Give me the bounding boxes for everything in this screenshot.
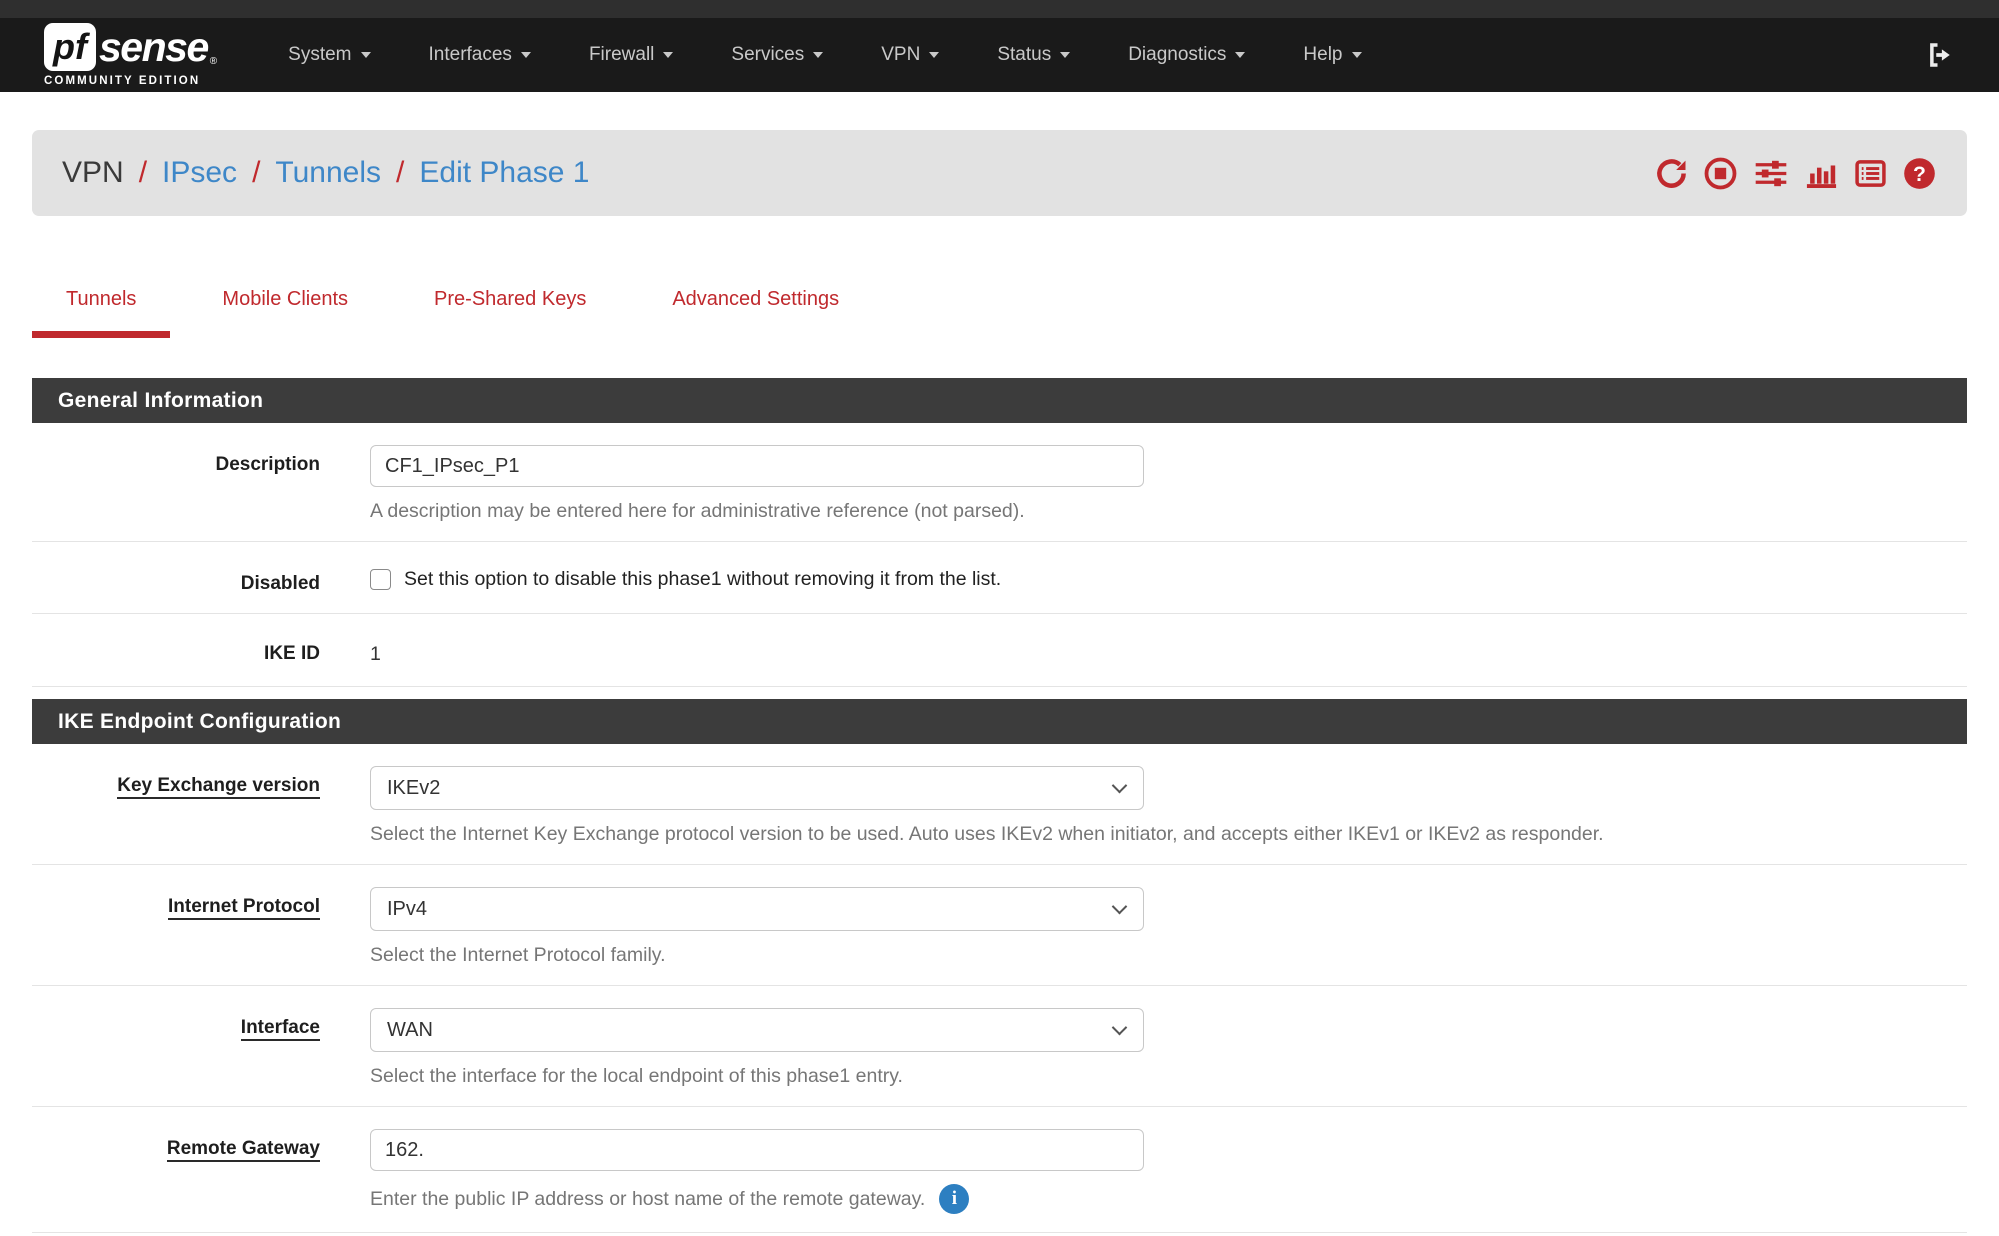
caret-down-icon — [929, 52, 939, 58]
remote-gateway-help: Enter the public IP address or host name… — [370, 1184, 1967, 1214]
nav-item-status[interactable]: Status — [968, 44, 1099, 66]
nav-item-vpn[interactable]: VPN — [852, 44, 968, 66]
caret-down-icon — [1235, 52, 1245, 58]
key-exchange-version-help: Select the Internet Key Exchange protoco… — [370, 823, 1967, 846]
ike-id-value: 1 — [370, 634, 381, 666]
breadcrumb-panel: VPN / IPsec / Tunnels / Edit Phase 1 — [32, 130, 1967, 216]
top-strip — [0, 0, 1999, 18]
caret-down-icon — [663, 52, 673, 58]
description-label: Description — [215, 454, 320, 475]
caret-down-icon — [1352, 52, 1362, 58]
interface-help: Select the interface for the local endpo… — [370, 1065, 1967, 1088]
internet-protocol-select[interactable]: IPv4 — [370, 887, 1144, 931]
sign-out-icon[interactable] — [1925, 40, 1955, 70]
pf-logo-tile: pf — [44, 23, 96, 71]
nav-item-services[interactable]: Services — [702, 44, 852, 66]
bar-chart-icon[interactable] — [1804, 156, 1839, 191]
form-row-remote-gateway: Remote Gateway Enter the public IP addre… — [32, 1107, 1967, 1233]
ike-id-label: IKE ID — [264, 643, 320, 664]
breadcrumb-tunnels[interactable]: Tunnels — [275, 156, 381, 190]
remote-gateway-input[interactable] — [370, 1129, 1144, 1171]
disabled-label: Disabled — [241, 573, 320, 594]
form-row-description: Description A description may be entered… — [32, 423, 1967, 542]
section-title: IKE Endpoint Configuration — [32, 699, 1967, 744]
page-action-icons: ? — [1654, 156, 1937, 191]
info-icon[interactable]: i — [939, 1184, 969, 1214]
refresh-icon[interactable] — [1654, 156, 1689, 191]
brand-name: sense — [99, 27, 208, 68]
key-exchange-version-label: Key Exchange version — [117, 775, 320, 799]
help-circle-icon[interactable]: ? — [1902, 156, 1937, 191]
form-row-disabled: Disabled Set this option to disable this… — [32, 542, 1967, 614]
breadcrumb-edit-phase-1[interactable]: Edit Phase 1 — [419, 156, 589, 190]
internet-protocol-help: Select the Internet Protocol family. — [370, 944, 1967, 967]
tab-tunnels[interactable]: Tunnels — [32, 288, 170, 338]
breadcrumb-vpn: VPN — [62, 156, 124, 190]
caret-down-icon — [361, 52, 371, 58]
interface-select[interactable]: WAN — [370, 1008, 1144, 1052]
form-row-internet-protocol: Internet Protocol IPv4 Select the Intern… — [32, 865, 1967, 986]
stop-circle-icon[interactable] — [1703, 156, 1738, 191]
nav-item-firewall[interactable]: Firewall — [560, 44, 702, 66]
nav-item-interfaces[interactable]: Interfaces — [400, 44, 560, 66]
key-exchange-version-select[interactable]: IKEv2 — [370, 766, 1144, 810]
list-icon[interactable] — [1853, 156, 1888, 191]
svg-text:?: ? — [1913, 162, 1926, 185]
description-help: A description may be entered here for ad… — [370, 500, 1967, 523]
pfsense-logo[interactable]: pf sense ® COMMUNITY EDITION — [44, 23, 217, 87]
tab-bar: Tunnels Mobile Clients Pre-Shared Keys A… — [32, 288, 1967, 338]
caret-down-icon — [1060, 52, 1070, 58]
form-row-key-exchange-version: Key Exchange version IKEv2 Select the In… — [32, 744, 1967, 865]
remote-gateway-label: Remote Gateway — [167, 1138, 320, 1162]
form-row-interface: Interface WAN Select the interface for t… — [32, 986, 1967, 1107]
tab-mobile-clients[interactable]: Mobile Clients — [188, 288, 382, 338]
section-title: General Information — [32, 378, 1967, 423]
breadcrumb-ipsec[interactable]: IPsec — [162, 156, 237, 190]
tab-pre-shared-keys[interactable]: Pre-Shared Keys — [400, 288, 620, 338]
interface-label: Interface — [241, 1017, 320, 1041]
breadcrumb: VPN / IPsec / Tunnels / Edit Phase 1 — [62, 156, 590, 190]
nav-item-system[interactable]: System — [259, 44, 399, 66]
nav-item-diagnostics[interactable]: Diagnostics — [1099, 44, 1274, 66]
section-general-information: General Information Description A descri… — [32, 378, 1967, 687]
chevron-down-icon — [1112, 778, 1128, 794]
main-navbar: pf sense ® COMMUNITY EDITION System Inte… — [0, 18, 1999, 92]
brand-subtitle: COMMUNITY EDITION — [44, 75, 217, 87]
caret-down-icon — [813, 52, 823, 58]
chevron-down-icon — [1112, 1020, 1128, 1036]
caret-down-icon — [521, 52, 531, 58]
section-ike-endpoint-configuration: IKE Endpoint Configuration Key Exchange … — [32, 699, 1967, 1233]
sliders-icon[interactable] — [1752, 156, 1790, 191]
nav-menu: System Interfaces Firewall Services VPN … — [259, 44, 1390, 66]
disabled-checkbox-text: Set this option to disable this phase1 w… — [404, 568, 1001, 591]
internet-protocol-label: Internet Protocol — [168, 896, 320, 920]
disabled-checkbox[interactable] — [370, 569, 391, 590]
disabled-checkbox-row: Set this option to disable this phase1 w… — [370, 564, 1967, 591]
registered-mark: ® — [210, 56, 217, 67]
tab-advanced-settings[interactable]: Advanced Settings — [638, 288, 873, 338]
nav-item-help[interactable]: Help — [1274, 44, 1390, 66]
chevron-down-icon — [1112, 899, 1128, 915]
form-row-ike-id: IKE ID 1 — [32, 614, 1967, 687]
description-input[interactable] — [370, 445, 1144, 487]
